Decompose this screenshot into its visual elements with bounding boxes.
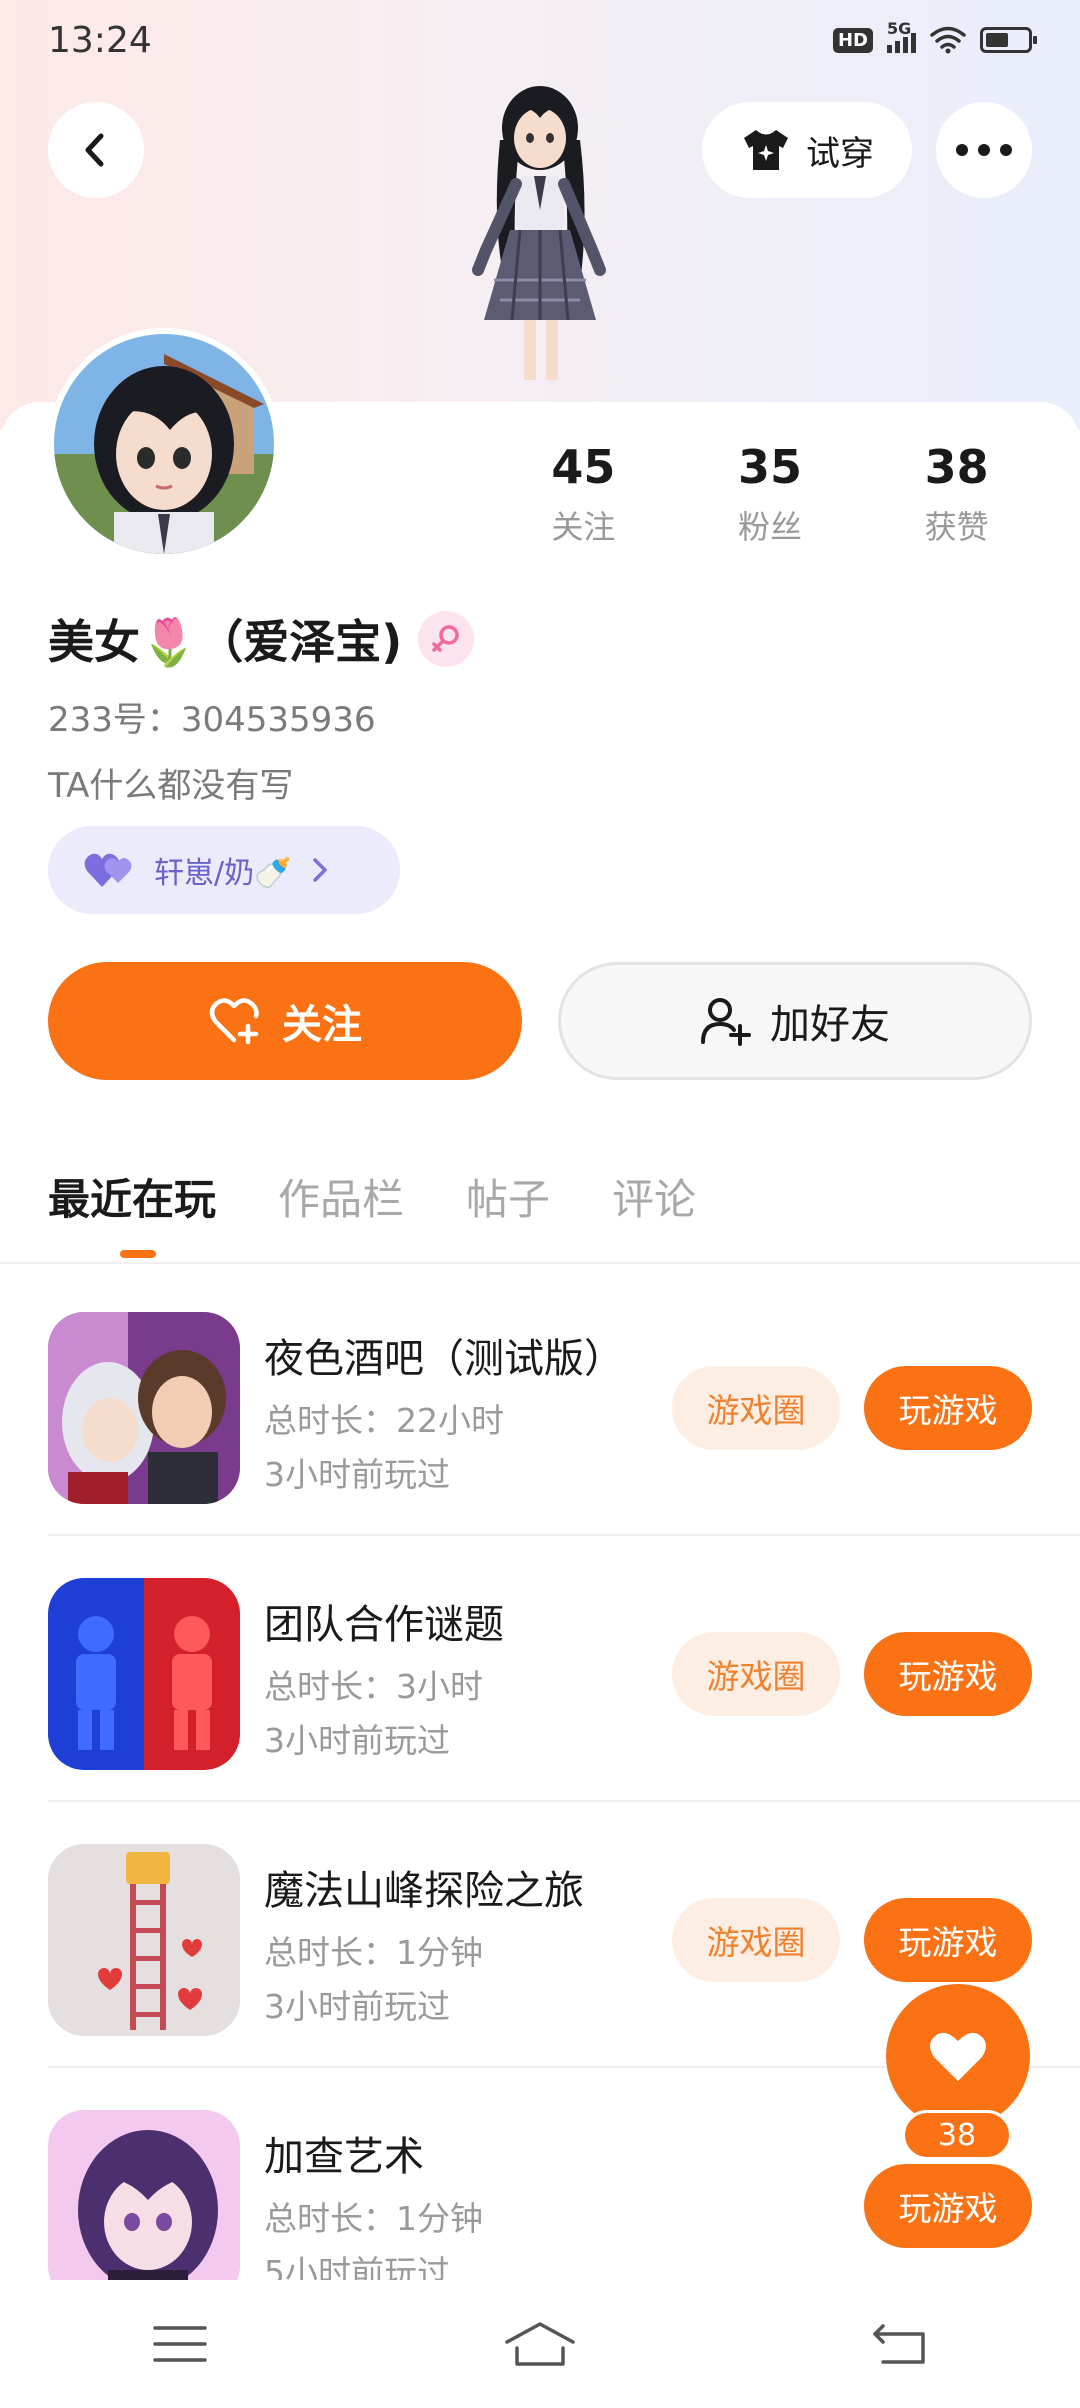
avatar[interactable] (48, 328, 280, 562)
game-thumbnail (48, 1312, 240, 1504)
relationship-chip[interactable]: 轩崽/奶🍼 (48, 826, 400, 914)
tab-recently-played[interactable]: 最近在玩 (48, 1166, 216, 1227)
play-game-button[interactable]: 玩游戏 (864, 1632, 1032, 1716)
stat-followers[interactable]: 35 粉丝 (677, 440, 864, 548)
nav-menu-button[interactable] (120, 2304, 240, 2384)
game-row[interactable]: 夜色酒吧（测试版） 总时长：22小时 3小时前玩过 游戏圈 玩游戏 (0, 1270, 1080, 1536)
stat-label: 获赞 (924, 508, 989, 546)
game-last-played: 3小时前玩过 (264, 1455, 450, 1494)
tab-comments[interactable]: 评论 (612, 1166, 696, 1227)
stat-label: 关注 (551, 508, 616, 546)
chevron-left-icon (85, 133, 104, 167)
home-icon (505, 2322, 575, 2366)
game-circle-button[interactable]: 游戏圈 (672, 1632, 840, 1716)
heart-plus-icon (209, 998, 259, 1045)
battery-icon (980, 27, 1037, 53)
stat-likes[interactable]: 38 获赞 (863, 440, 1050, 548)
game-circle-button[interactable]: 游戏圈 (672, 1898, 840, 1982)
play-game-button[interactable]: 玩游戏 (864, 1898, 1032, 1982)
follow-button[interactable]: 关注 (48, 962, 522, 1080)
menu-icon (153, 2326, 207, 2362)
game-title: 夜色酒吧（测试版） (264, 1336, 624, 1382)
stat-value: 35 (738, 440, 803, 494)
status-time: 13:24 (48, 19, 152, 61)
tab-works[interactable]: 作品栏 (278, 1166, 404, 1227)
try-on-button[interactable]: 试穿 (702, 102, 912, 198)
heart-icon (930, 2032, 986, 2081)
tabs-divider (0, 1262, 1080, 1264)
nav-home-button[interactable] (480, 2304, 600, 2384)
stat-label: 粉丝 (738, 508, 803, 546)
game-duration: 总时长：1分钟 (264, 1933, 483, 1972)
relationship-label: 轩崽/奶🍼 (154, 856, 292, 891)
stat-value: 38 (924, 440, 989, 494)
profile-tabs: 最近在玩 作品栏 帖子 评论 (48, 1166, 696, 1258)
game-thumbnail (48, 1844, 240, 2036)
username-row: 美女🌷（爱泽宝) (48, 606, 475, 672)
back-arrow-icon (873, 2324, 925, 2364)
game-duration: 总时长：3小时 (264, 1667, 483, 1706)
game-title: 魔法山峰探险之旅 (264, 1868, 584, 1914)
play-game-button[interactable]: 玩游戏 (864, 1366, 1032, 1450)
game-title: 加查艺术 (264, 2134, 424, 2180)
game-last-played: 3小时前玩过 (264, 1721, 450, 1760)
stat-value: 45 (551, 440, 616, 494)
double-heart-icon (84, 853, 132, 887)
game-thumbnail (48, 1578, 240, 1770)
play-game-button[interactable]: 玩游戏 (864, 2164, 1032, 2248)
status-icons: HD 5G (832, 19, 1037, 54)
more-dots-icon (956, 144, 1012, 156)
system-nav-bar (0, 2280, 1080, 2408)
game-thumbnail (48, 2110, 240, 2302)
game-title: 团队合作谜题 (264, 1602, 504, 1648)
avatar-image (54, 334, 274, 562)
user-bio: TA什么都没有写 (48, 766, 294, 806)
hd-icon: HD (832, 27, 873, 53)
cellular-signal-icon: 5G (887, 19, 916, 53)
back-button[interactable] (48, 102, 144, 198)
username: 美女🌷（爱泽宝) (48, 615, 403, 669)
character-figure-image (472, 86, 606, 380)
tab-posts[interactable]: 帖子 (466, 1166, 550, 1227)
female-gender-icon (418, 611, 475, 667)
like-count-badge: 38 (902, 2110, 1012, 2160)
game-circle-button[interactable]: 游戏圈 (672, 1366, 840, 1450)
game-duration: 总时长：22小时 (264, 1401, 504, 1440)
nav-back-button[interactable] (840, 2304, 960, 2384)
add-friend-button[interactable]: 加好友 (558, 962, 1032, 1080)
tshirt-icon (744, 130, 788, 170)
follow-label: 关注 (282, 1002, 362, 1048)
add-person-icon (701, 998, 751, 1046)
profile-stats: 45 关注 35 粉丝 38 获赞 (490, 440, 1050, 548)
like-button[interactable] (886, 1984, 1030, 2128)
user-id: 233号：304535936 (48, 700, 376, 740)
game-duration: 总时长：1分钟 (264, 2199, 483, 2238)
chevron-right-icon (313, 858, 328, 882)
wifi-icon (930, 26, 966, 54)
add-friend-label: 加好友 (770, 1002, 890, 1048)
recently-played-list: 夜色酒吧（测试版） 总时长：22小时 3小时前玩过 游戏圈 玩游戏 团队合作谜题… (0, 1270, 1080, 2334)
stat-following[interactable]: 45 关注 (490, 440, 677, 548)
more-button[interactable] (936, 102, 1032, 198)
game-last-played: 3小时前玩过 (264, 1987, 450, 2026)
active-tab-indicator (120, 1250, 156, 1258)
try-on-label: 试穿 (806, 133, 874, 174)
status-bar: 13:24 HD 5G (0, 0, 1080, 80)
game-row[interactable]: 团队合作谜题 总时长：3小时 3小时前玩过 游戏圈 玩游戏 (0, 1536, 1080, 1802)
